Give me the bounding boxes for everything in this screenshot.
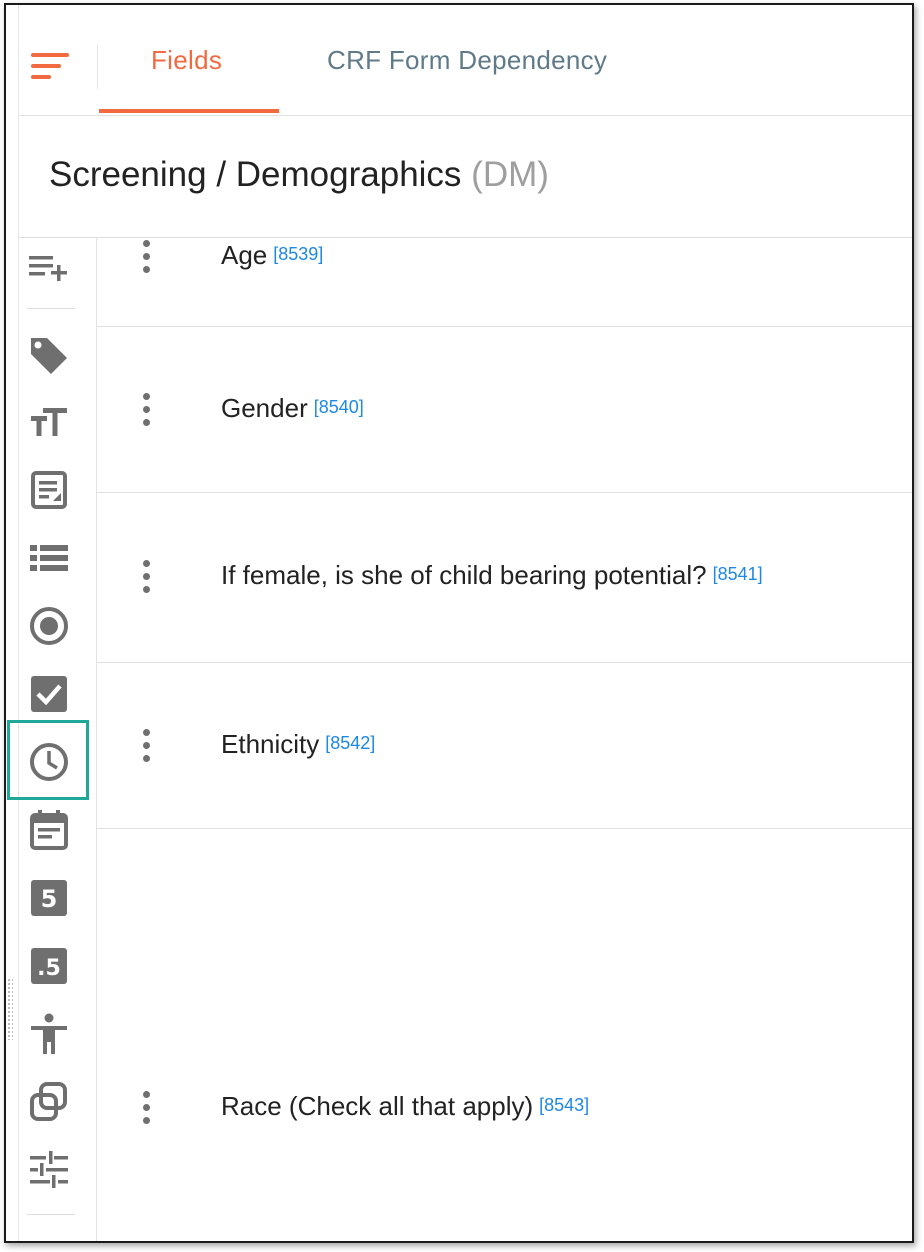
add-field-icon[interactable] — [27, 246, 71, 290]
decimal-icon[interactable]: .5 — [27, 944, 71, 988]
text-area-icon[interactable] — [27, 468, 71, 512]
text-size-icon[interactable] — [27, 400, 71, 444]
field-type-toolbar: 5 .5 — [7, 238, 97, 1241]
checkbox-icon[interactable] — [27, 672, 71, 716]
person-icon[interactable] — [27, 1012, 71, 1056]
field-id-link[interactable]: [8540] — [314, 397, 364, 417]
app-window: Fields CRF Form Dependency Screening / D… — [4, 3, 914, 1243]
form-editor: Fields CRF Form Dependency Screening / D… — [7, 5, 912, 1241]
page-title: Screening / Demographics (DM) — [49, 155, 549, 195]
integer-icon[interactable]: 5 — [27, 876, 71, 920]
field-name: If female, is she of child bearing poten… — [221, 560, 707, 590]
divider — [97, 45, 98, 89]
copy-icon[interactable] — [27, 1080, 71, 1124]
tag-icon[interactable] — [27, 332, 71, 376]
radio-icon[interactable] — [27, 604, 71, 648]
menu-icon[interactable] — [31, 53, 69, 81]
page-title-text: Screening / Demographics — [49, 155, 462, 194]
tab-fields[interactable]: Fields — [151, 45, 222, 76]
field-label: Gender [8540] — [221, 393, 364, 424]
more-vert-icon[interactable] — [141, 1091, 151, 1125]
field-name: Ethnicity — [221, 729, 320, 759]
active-tab-indicator — [99, 109, 279, 113]
svg-text:5: 5 — [41, 885, 58, 913]
field-name: Age — [221, 240, 268, 270]
list-icon[interactable] — [27, 536, 71, 580]
more-vert-icon[interactable] — [141, 729, 151, 763]
field-label: Ethnicity [8542] — [221, 729, 375, 760]
page-title-abbr: (DM) — [471, 155, 549, 194]
field-name: Race (Check all that apply) — [221, 1091, 534, 1121]
settings-sliders-icon[interactable] — [27, 1148, 71, 1192]
resize-handle[interactable] — [7, 978, 13, 1040]
field-id-link[interactable]: [8539] — [273, 244, 323, 264]
field-row[interactable]: Race (Check all that apply) [8543] — [97, 829, 912, 1241]
toolbar-divider — [27, 1214, 75, 1215]
svg-text:.5: .5 — [37, 956, 61, 981]
toolbar-divider — [27, 308, 75, 309]
field-id-link[interactable]: [8543] — [539, 1095, 589, 1115]
date-icon[interactable] — [27, 808, 71, 852]
selected-tool-highlight — [7, 720, 89, 800]
field-name: Gender — [221, 393, 308, 423]
tab-bar: Fields CRF Form Dependency — [19, 5, 912, 116]
field-row[interactable]: If female, is she of child bearing poten… — [97, 493, 912, 663]
field-label: Age [8539] — [221, 240, 323, 271]
more-vert-icon[interactable] — [141, 240, 151, 274]
field-label: If female, is she of child bearing poten… — [221, 560, 763, 591]
field-id-link[interactable]: [8542] — [325, 733, 375, 753]
more-vert-icon[interactable] — [141, 560, 151, 594]
field-row[interactable]: Ethnicity [8542] — [97, 663, 912, 829]
field-row[interactable]: Gender [8540] — [97, 327, 912, 493]
more-vert-icon[interactable] — [141, 393, 151, 427]
field-row[interactable]: Age [8539] — [97, 238, 912, 327]
field-id-link[interactable]: [8541] — [713, 564, 763, 584]
field-label: Race (Check all that apply) [8543] — [221, 1091, 589, 1122]
tab-crf-form-dependency[interactable]: CRF Form Dependency — [327, 45, 607, 76]
